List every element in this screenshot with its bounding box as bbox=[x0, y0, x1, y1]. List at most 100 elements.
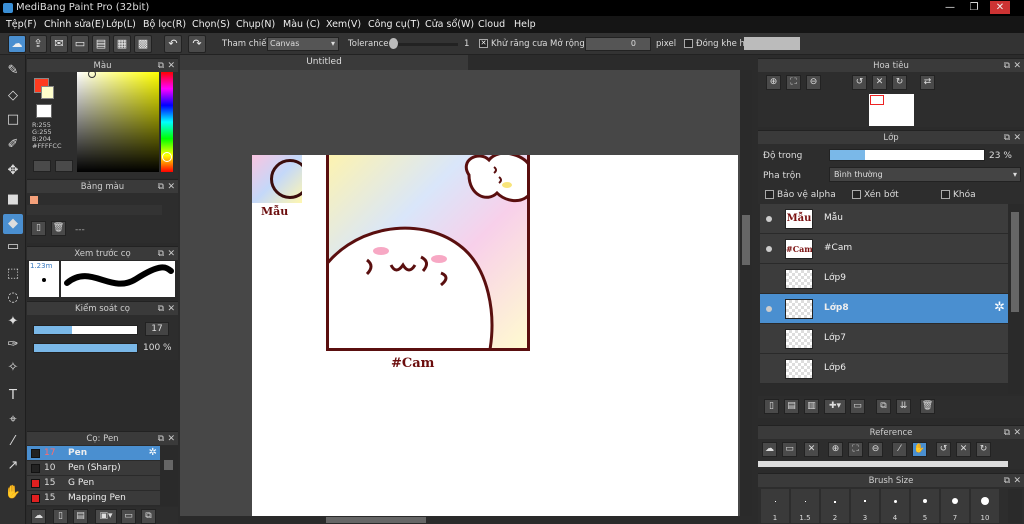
undock-icon[interactable]: ⧉ bbox=[1004, 59, 1010, 73]
new-8bit-layer-icon[interactable]: ▥ bbox=[804, 399, 819, 414]
lasso-tool-icon[interactable]: ◌ bbox=[3, 288, 23, 308]
hand-tool-icon[interactable]: ✋ bbox=[3, 483, 23, 503]
comment-icon[interactable]: ✉ bbox=[50, 35, 68, 53]
fit-screen-icon[interactable]: ⛶ bbox=[786, 75, 801, 90]
close-panel-icon[interactable]: ✕ bbox=[167, 59, 175, 73]
operation-tool-icon[interactable]: ↗ bbox=[3, 456, 23, 476]
layer-row-mau[interactable]: Mẫu Mẫu bbox=[760, 204, 1008, 234]
pages-icon[interactable]: ▦ bbox=[113, 35, 131, 53]
close-reference-icon[interactable]: ✕ bbox=[804, 442, 819, 457]
scrollbar-thumb[interactable] bbox=[326, 517, 426, 523]
dot-tool-icon[interactable]: □ bbox=[3, 110, 23, 130]
reference-select[interactable]: Canvas ▾ bbox=[267, 37, 339, 51]
menu-file[interactable]: Tệp(F) bbox=[6, 19, 37, 30]
zoom-out-icon[interactable]: ⊖ bbox=[868, 442, 883, 457]
tolerance-slider[interactable] bbox=[390, 43, 458, 46]
close-panel-icon[interactable]: ✕ bbox=[167, 302, 175, 316]
select-eraser-icon[interactable]: ✧ bbox=[3, 358, 23, 378]
copy-brush-icon[interactable]: ▤ bbox=[73, 509, 88, 524]
close-panel-icon[interactable]: ✕ bbox=[1013, 59, 1021, 73]
duplicate-icon[interactable]: ⧉ bbox=[141, 509, 156, 524]
menu-window[interactable]: Cửa sổ(W) bbox=[425, 19, 474, 30]
protect-alpha-checkbox[interactable] bbox=[765, 190, 774, 199]
new-halftone-layer-icon[interactable]: ▤ bbox=[784, 399, 799, 414]
zoom-out-icon[interactable]: ⊖ bbox=[806, 75, 821, 90]
brush-size-scrollbar[interactable] bbox=[1008, 489, 1022, 523]
new-layer-icon[interactable]: ▯ bbox=[764, 399, 779, 414]
canvas-paper[interactable]: Mẫu #Cam bbox=[252, 155, 738, 516]
blend-mode-select[interactable]: Bình thường ▾ bbox=[829, 167, 1021, 182]
close-panel-icon[interactable]: ✕ bbox=[1013, 131, 1021, 145]
share-icon[interactable]: ⇪ bbox=[29, 35, 47, 53]
minimize-button[interactable]: — bbox=[940, 1, 960, 14]
close-panel-icon[interactable]: ✕ bbox=[167, 180, 175, 194]
menu-capture[interactable]: Chụp(N) bbox=[236, 19, 275, 30]
expand-input[interactable]: 0 bbox=[585, 37, 651, 51]
open-folder-icon[interactable]: ▭ bbox=[782, 442, 797, 457]
lock-checkbox[interactable] bbox=[941, 190, 950, 199]
clipping-checkbox[interactable] bbox=[852, 190, 861, 199]
undo-icon[interactable]: ↶ bbox=[164, 35, 182, 53]
brush-tool-icon[interactable]: ✎ bbox=[3, 61, 23, 81]
eyedropper-icon[interactable]: ⁄ bbox=[892, 442, 907, 457]
merge-down-icon[interactable]: ⇊ bbox=[896, 399, 911, 414]
zoom-in-icon[interactable]: ⊕ bbox=[766, 75, 781, 90]
fill-rect-tool-icon[interactable]: ■ bbox=[3, 190, 23, 210]
layer-opacity-slider[interactable] bbox=[829, 149, 985, 161]
folder-icon[interactable]: ▭ bbox=[121, 509, 136, 524]
menu-select[interactable]: Chọn(S) bbox=[192, 19, 230, 30]
close-panel-icon[interactable]: ✕ bbox=[167, 247, 175, 261]
menu-layer[interactable]: Lớp(L) bbox=[106, 19, 136, 30]
gap-close-checkbox[interactable] bbox=[684, 39, 693, 48]
close-panel-icon[interactable]: ✕ bbox=[1013, 426, 1021, 440]
eraser-tool-icon[interactable]: ◇ bbox=[3, 86, 23, 106]
undock-icon[interactable]: ⧉ bbox=[158, 247, 164, 261]
folder-icon[interactable]: ▭ bbox=[850, 399, 865, 414]
brush-item-mapping-pen[interactable]: 15 Mapping Pen bbox=[27, 491, 160, 506]
size-preset-1[interactable]: 1 bbox=[761, 489, 789, 523]
palette-swatch[interactable] bbox=[30, 196, 38, 204]
undock-icon[interactable]: ⧉ bbox=[158, 180, 164, 194]
brush-menu-icon[interactable]: ▣▾ bbox=[95, 509, 117, 524]
undock-icon[interactable]: ⧉ bbox=[158, 432, 164, 446]
close-button[interactable]: ✕ bbox=[990, 1, 1010, 14]
eye-icon[interactable] bbox=[766, 306, 772, 312]
navigator-viewport[interactable] bbox=[870, 95, 884, 105]
undock-icon[interactable]: ⧉ bbox=[1004, 131, 1010, 145]
background-color-swatch[interactable] bbox=[41, 86, 54, 99]
eyedropper-icon[interactable]: ⁄ bbox=[3, 432, 23, 452]
brush-item-g-pen[interactable]: 15 G Pen bbox=[27, 476, 160, 491]
select-tool-icon[interactable]: ⬚ bbox=[3, 264, 23, 284]
size-preset-4[interactable]: 4 bbox=[881, 489, 909, 523]
duplicate-layer-icon[interactable]: ⧉ bbox=[876, 399, 891, 414]
gear-icon[interactable]: ✲ bbox=[994, 300, 1005, 315]
menu-tools[interactable]: Công cụ(T) bbox=[368, 19, 420, 30]
fit-screen-icon[interactable]: ⛶ bbox=[848, 442, 863, 457]
brush-size-slider[interactable] bbox=[33, 325, 138, 335]
new-brush-icon[interactable]: ▯ bbox=[53, 509, 68, 524]
layer-row-lop9[interactable]: Lớp9 bbox=[760, 264, 1008, 294]
menu-cloud[interactable]: Cloud bbox=[478, 19, 505, 30]
select-pen-icon[interactable]: ✑ bbox=[3, 335, 23, 355]
eye-icon[interactable] bbox=[766, 246, 772, 252]
brush-item-pen-sharp[interactable]: 10 Pen (Sharp) bbox=[27, 461, 160, 476]
gear-icon[interactable]: ✲ bbox=[149, 447, 157, 458]
page-icon[interactable]: ▤ bbox=[92, 35, 110, 53]
reset-rotation-icon[interactable]: ✕ bbox=[956, 442, 971, 457]
document-tab[interactable]: Untitled bbox=[180, 55, 468, 70]
rotate-left-icon[interactable]: ↺ bbox=[852, 75, 867, 90]
rotate-right-icon[interactable]: ↻ bbox=[892, 75, 907, 90]
scrollbar-thumb[interactable] bbox=[164, 460, 173, 470]
add-palette-icon[interactable]: ▯ bbox=[31, 221, 46, 236]
layer-row-cam[interactable]: #Cam #Cam bbox=[760, 234, 1008, 264]
layer-row-lop8[interactable]: Lớp8 ✲ bbox=[760, 294, 1008, 324]
brush-size-input[interactable]: 17 bbox=[145, 322, 169, 336]
magic-wand-icon[interactable]: ✦ bbox=[3, 312, 23, 332]
reference-image[interactable] bbox=[758, 461, 1008, 467]
reset-rotation-icon[interactable]: ✕ bbox=[872, 75, 887, 90]
add-color-icon[interactable] bbox=[33, 160, 51, 172]
close-panel-icon[interactable]: ✕ bbox=[167, 432, 175, 446]
text-tool-icon[interactable]: T bbox=[3, 386, 23, 406]
menu-filter[interactable]: Bộ lọc(R) bbox=[143, 19, 186, 30]
maximize-button[interactable]: ❐ bbox=[964, 1, 984, 14]
